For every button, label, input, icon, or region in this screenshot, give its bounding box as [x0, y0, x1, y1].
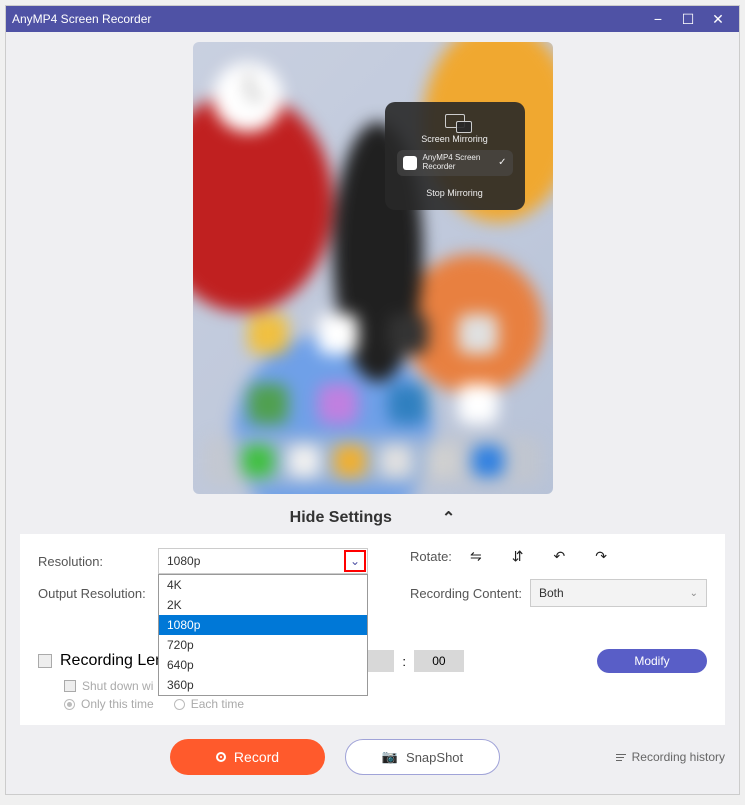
option-360p[interactable]: 360p — [159, 675, 367, 695]
record-button[interactable]: Record — [170, 739, 325, 775]
option-720p[interactable]: 720p — [159, 635, 367, 655]
rotate-label: Rotate: — [410, 549, 470, 564]
rotate-right-icon[interactable]: ↷ — [595, 548, 607, 565]
mirror-device-entry[interactable]: AnyMP4 Screen Recorder ✓ — [397, 150, 513, 176]
recording-content-label: Recording Content: — [410, 586, 530, 601]
recording-history-link[interactable]: Recording history — [616, 750, 725, 764]
app-title: AnyMP4 Screen Recorder — [12, 12, 643, 26]
app-window: AnyMP4 Screen Recorder − ☐ ✕ — [5, 5, 740, 795]
preview-area: Screen Mirroring AnyMP4 Screen Recorder … — [6, 32, 739, 502]
chevron-down-icon: ⌄ — [690, 588, 698, 599]
option-4k[interactable]: 4K — [159, 575, 367, 595]
time-separator: : — [402, 654, 406, 669]
output-resolution-label: Output Resolution: — [38, 586, 158, 601]
option-1080p[interactable]: 1080p — [159, 615, 367, 635]
option-640p[interactable]: 640p — [159, 655, 367, 675]
hide-settings-toggle[interactable]: Hide Settings ⌃ — [6, 502, 739, 534]
mirror-device-name: AnyMP4 Screen Recorder — [423, 154, 493, 172]
recording-content-value: Both — [539, 586, 564, 600]
option-2k[interactable]: 2K — [159, 595, 367, 615]
each-time-radio[interactable] — [174, 699, 185, 710]
shutdown-label: Shut down wi — [82, 679, 153, 693]
titlebar: AnyMP4 Screen Recorder − ☐ ✕ — [6, 6, 739, 32]
mirror-header: Screen Mirroring — [421, 134, 488, 144]
minimize-button[interactable]: − — [643, 6, 673, 32]
hide-settings-label: Hide Settings — [290, 509, 392, 527]
resolution-value: 1080p — [167, 554, 200, 568]
bottom-bar: Record 📷 SnapShot Recording history — [6, 739, 739, 789]
time-minutes-input[interactable]: 00 — [414, 650, 464, 672]
camera-icon: 📷 — [382, 749, 398, 765]
shutdown-checkbox[interactable] — [64, 680, 76, 692]
resolution-dropdown[interactable]: 1080p ⌄ 4K 2K 1080p 720p 640p 360p — [158, 548, 368, 574]
only-this-time-radio[interactable] — [64, 699, 75, 710]
flip-horizontal-icon[interactable]: ⇋ — [470, 548, 482, 565]
modify-button[interactable]: Modify — [597, 649, 707, 673]
snapshot-label: SnapShot — [406, 750, 463, 765]
mirror-icon — [445, 114, 465, 128]
each-time-label: Each time — [191, 697, 244, 711]
list-icon — [616, 754, 626, 761]
only-this-time-label: Only this time — [81, 697, 154, 711]
record-label: Record — [234, 749, 279, 765]
mirroring-panel: Screen Mirroring AnyMP4 Screen Recorder … — [385, 102, 525, 210]
chevron-down-icon[interactable]: ⌄ — [344, 550, 366, 572]
settings-panel: Resolution: 1080p ⌄ 4K 2K 1080p 720p 640… — [20, 534, 725, 725]
rotate-left-icon[interactable]: ↶ — [553, 548, 565, 565]
stop-mirroring-button[interactable]: Stop Mirroring — [426, 188, 483, 198]
record-icon — [216, 752, 226, 762]
clock-icon — [213, 62, 283, 132]
close-button[interactable]: ✕ — [703, 6, 733, 32]
snapshot-button[interactable]: 📷 SnapShot — [345, 739, 500, 775]
resolution-options-list: 4K 2K 1080p 720p 640p 360p — [158, 574, 368, 696]
flip-vertical-icon[interactable]: ⇵ — [512, 548, 524, 565]
chevron-up-icon: ⌃ — [442, 508, 455, 528]
device-preview: Screen Mirroring AnyMP4 Screen Recorder … — [193, 42, 553, 494]
checkmark-icon: ✓ — [498, 157, 506, 168]
history-label: Recording history — [632, 750, 725, 764]
recording-content-select[interactable]: Both ⌄ — [530, 579, 707, 607]
maximize-button[interactable]: ☐ — [673, 6, 703, 32]
recording-length-checkbox[interactable] — [38, 654, 52, 668]
resolution-label: Resolution: — [38, 554, 158, 569]
